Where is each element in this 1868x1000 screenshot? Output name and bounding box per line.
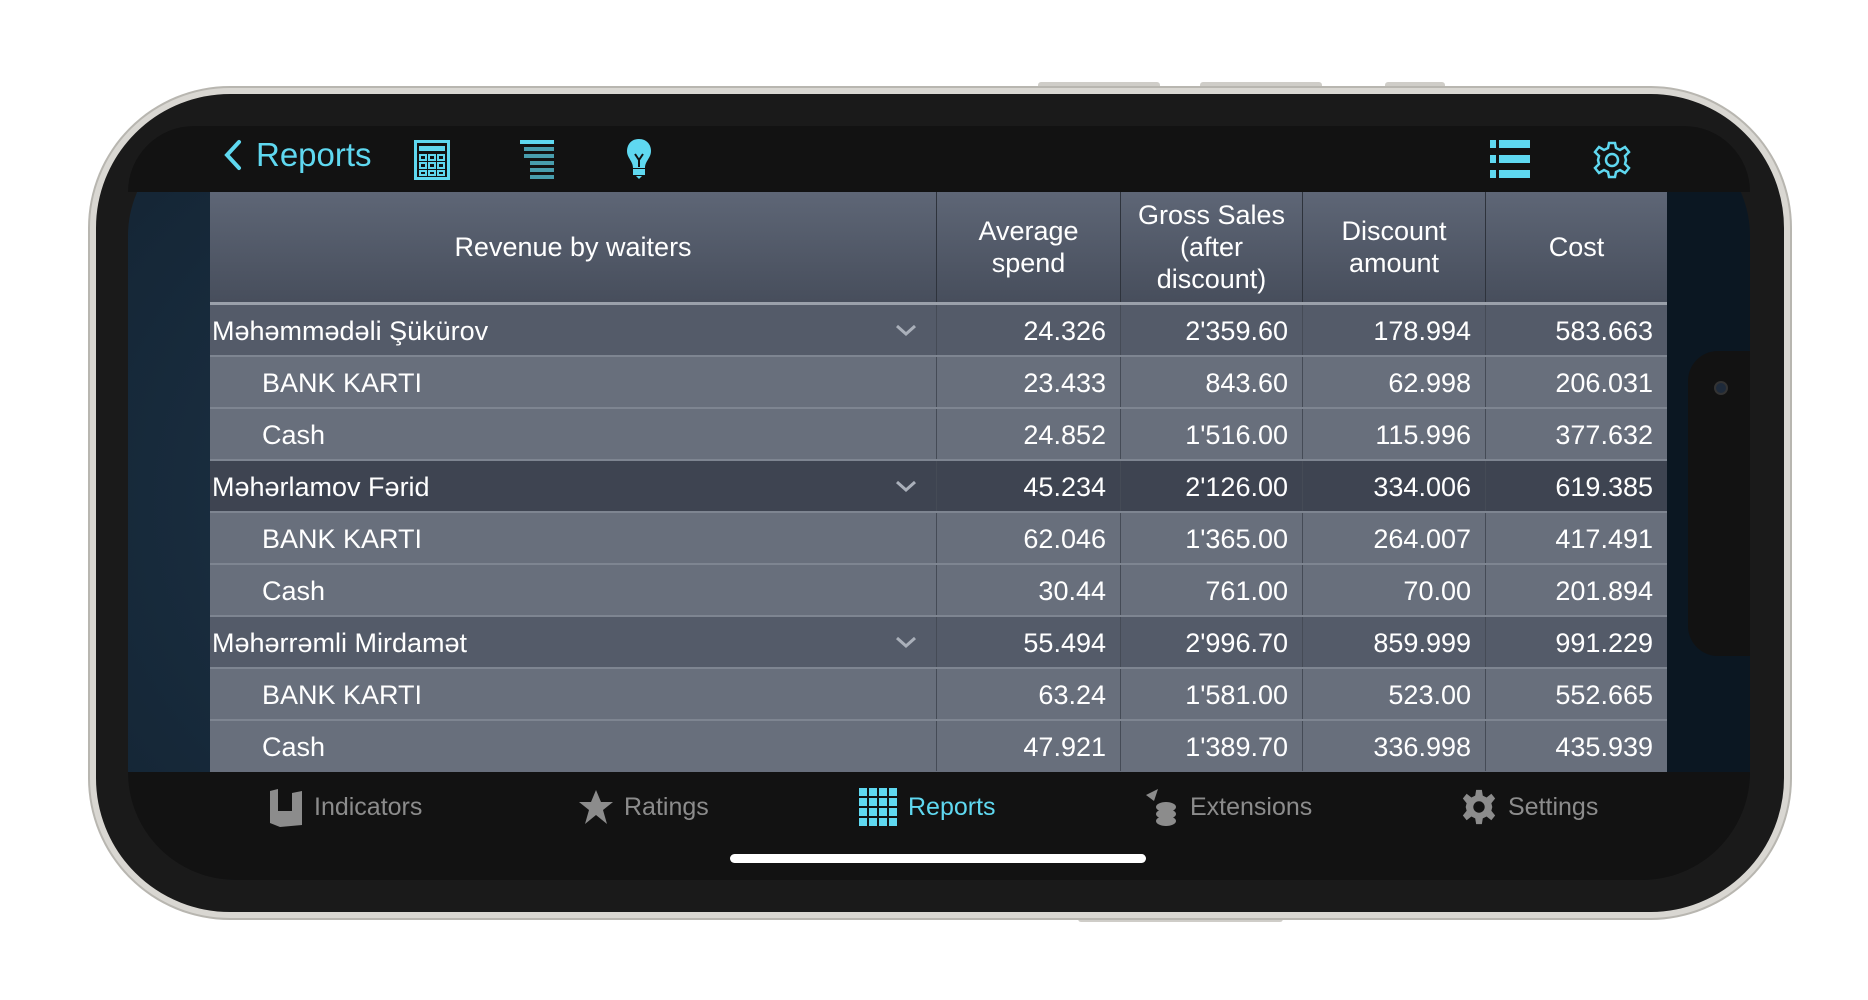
row-value: 619.385 bbox=[1485, 461, 1667, 511]
row-value: 2'126.00 bbox=[1120, 461, 1302, 511]
payment-row[interactable]: BANK KARTI 23.433 843.60 62.998 206.031 bbox=[210, 357, 1667, 409]
header-revenue-by-waiters[interactable]: Revenue by waiters bbox=[210, 192, 936, 302]
row-value: 62.998 bbox=[1302, 357, 1485, 407]
row-name: BANK KARTI bbox=[262, 524, 423, 554]
row-value: 70.00 bbox=[1302, 565, 1485, 615]
tab-label: Reports bbox=[908, 792, 996, 821]
chevron-down-icon[interactable] bbox=[895, 319, 917, 341]
row-value: 62.046 bbox=[936, 513, 1120, 563]
tab-label: Indicators bbox=[314, 792, 423, 821]
row-name: Məhərlamov Fərid bbox=[212, 472, 430, 502]
row-value: 30.44 bbox=[936, 565, 1120, 615]
gear-icon bbox=[1462, 789, 1496, 825]
lightbulb-icon[interactable] bbox=[626, 138, 652, 180]
row-value: 24.852 bbox=[936, 409, 1120, 459]
row-value: 206.031 bbox=[1485, 357, 1667, 407]
camera-icon bbox=[1714, 381, 1728, 395]
payment-row[interactable]: Cash 30.44 761.00 70.00 201.894 bbox=[210, 565, 1667, 617]
home-indicator[interactable] bbox=[730, 854, 1146, 863]
back-button[interactable]: Reports bbox=[224, 136, 372, 174]
row-name: BANK KARTI bbox=[262, 368, 423, 398]
row-value: 1'516.00 bbox=[1120, 409, 1302, 459]
row-name: Cash bbox=[262, 420, 326, 450]
row-value: 336.998 bbox=[1302, 721, 1485, 771]
tab-reports[interactable]: Reports bbox=[858, 786, 996, 828]
row-value: 178.994 bbox=[1302, 305, 1485, 355]
gear-icon[interactable] bbox=[1592, 140, 1632, 180]
chevron-down-icon[interactable] bbox=[895, 631, 917, 653]
row-name: Cash bbox=[262, 576, 326, 606]
tab-indicators[interactable]: Indicators bbox=[268, 786, 422, 828]
row-name: Məhərrəmli Mirdamət bbox=[212, 628, 468, 658]
row-value: 63.24 bbox=[936, 669, 1120, 719]
payment-row[interactable]: Cash 24.852 1'516.00 115.996 377.632 bbox=[210, 409, 1667, 461]
screen: Reports Revenue by waiters Average spend… bbox=[128, 126, 1750, 880]
row-value: 583.663 bbox=[1485, 305, 1667, 355]
tab-settings[interactable]: Settings bbox=[1460, 786, 1598, 828]
stage: Reports Revenue by waiters Average spend… bbox=[0, 0, 1868, 960]
row-value: 2'996.70 bbox=[1120, 617, 1302, 667]
row-value: 859.999 bbox=[1302, 617, 1485, 667]
header-average-spend[interactable]: Average spend bbox=[936, 192, 1120, 302]
chevron-left-icon bbox=[224, 140, 241, 170]
row-value: 843.60 bbox=[1120, 357, 1302, 407]
payment-row[interactable]: Cash 47.921 1'389.70 336.998 435.939 bbox=[210, 721, 1667, 772]
list-icon[interactable] bbox=[1490, 140, 1530, 178]
row-value: 334.006 bbox=[1302, 461, 1485, 511]
tab-label: Settings bbox=[1508, 792, 1599, 821]
tab-label: Extensions bbox=[1190, 792, 1313, 821]
row-value: 23.433 bbox=[936, 357, 1120, 407]
row-value: 55.494 bbox=[936, 617, 1120, 667]
row-value: 47.921 bbox=[936, 721, 1120, 771]
header-discount-amount[interactable]: Discount amount bbox=[1302, 192, 1485, 302]
tab-extensions[interactable]: Extensions bbox=[1144, 786, 1312, 828]
row-value: 201.894 bbox=[1485, 565, 1667, 615]
row-value: 523.00 bbox=[1302, 669, 1485, 719]
table-header: Revenue by waiters Average spend Gross S… bbox=[210, 192, 1667, 305]
waiter-row[interactable]: Məhərrəmli Mirdamət 55.494 2'996.70 859.… bbox=[210, 617, 1667, 669]
row-value: 991.229 bbox=[1485, 617, 1667, 667]
tab-label: Ratings bbox=[624, 792, 709, 821]
row-value: 45.234 bbox=[936, 461, 1120, 511]
star-icon bbox=[579, 790, 613, 824]
payment-row[interactable]: BANK KARTI 63.24 1'581.00 523.00 552.665 bbox=[210, 669, 1667, 721]
row-name: Cash bbox=[262, 732, 326, 762]
row-value: 1'365.00 bbox=[1120, 513, 1302, 563]
revenue-table: Revenue by waiters Average spend Gross S… bbox=[210, 192, 1667, 772]
waiter-row[interactable]: Məhəmmədəli Şükürov 24.326 2'359.60 178.… bbox=[210, 305, 1667, 357]
tab-bar: Indicators Ratings Reports Extensions Se… bbox=[128, 772, 1750, 880]
row-value: 24.326 bbox=[936, 305, 1120, 355]
header-gross-sales[interactable]: Gross Sales (after discount) bbox=[1120, 192, 1302, 302]
calculator-icon[interactable] bbox=[414, 140, 450, 180]
header-cost[interactable]: Cost bbox=[1485, 192, 1667, 302]
back-label: Reports bbox=[256, 136, 372, 173]
camera-notch bbox=[1688, 351, 1750, 656]
row-value: 552.665 bbox=[1485, 669, 1667, 719]
chevron-down-icon[interactable] bbox=[895, 475, 917, 497]
row-value: 435.939 bbox=[1485, 721, 1667, 771]
row-value: 761.00 bbox=[1120, 565, 1302, 615]
waiter-row-selected[interactable]: Məhərlamov Fərid 45.234 2'126.00 334.006… bbox=[210, 461, 1667, 513]
indicators-icon bbox=[270, 789, 302, 827]
row-value: 417.491 bbox=[1485, 513, 1667, 563]
row-value: 1'389.70 bbox=[1120, 721, 1302, 771]
row-value: 115.996 bbox=[1302, 409, 1485, 459]
align-right-icon[interactable] bbox=[520, 140, 554, 180]
row-value: 2'359.60 bbox=[1120, 305, 1302, 355]
top-toolbar: Reports bbox=[128, 126, 1750, 192]
grid-icon bbox=[859, 788, 897, 826]
row-name: BANK KARTI bbox=[262, 680, 423, 710]
row-value: 1'581.00 bbox=[1120, 669, 1302, 719]
row-value: 264.007 bbox=[1302, 513, 1485, 563]
payment-row[interactable]: BANK KARTI 62.046 1'365.00 264.007 417.4… bbox=[210, 513, 1667, 565]
row-name: Məhəmmədəli Şükürov bbox=[212, 316, 489, 346]
coins-icon bbox=[1146, 789, 1176, 826]
tab-ratings[interactable]: Ratings bbox=[578, 786, 709, 828]
row-value: 377.632 bbox=[1485, 409, 1667, 459]
